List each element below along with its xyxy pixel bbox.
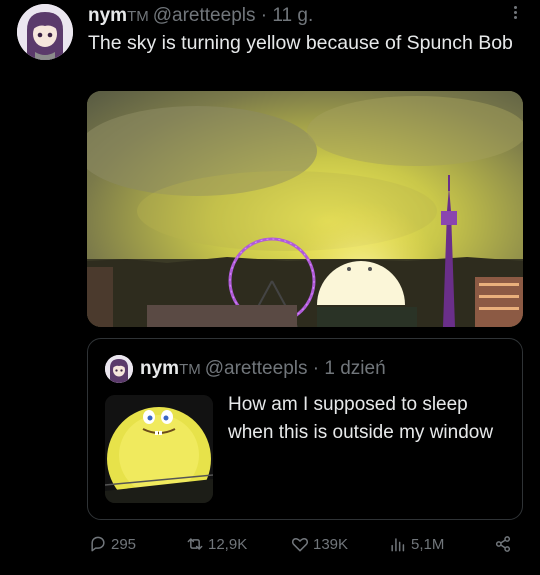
author-handle[interactable]: @aretteepls (153, 5, 256, 26)
quoted-time-separator: · (312, 358, 320, 379)
quoted-author-name: nym (140, 358, 180, 379)
share-button[interactable] (493, 534, 513, 554)
author-tm-badge: TM (127, 8, 149, 25)
like-count: 139K (313, 535, 349, 553)
author-avatar[interactable] (17, 4, 73, 60)
views-button[interactable]: 5,1M (388, 534, 444, 554)
tweet-text: The sky is turning yellow because of Spu… (88, 32, 513, 54)
action-bar: 295 12,9K 139K 5,1M (88, 534, 518, 560)
tweet-media-image[interactable] (87, 91, 523, 327)
quoted-author-handle: @aretteepls (204, 358, 308, 379)
reply-button[interactable]: 295 (88, 534, 136, 554)
quoted-tweet-text: How am I supposed to sleep when this is … (228, 394, 494, 443)
quoted-tweet-header: nymTM @aretteepls · 1 dzień (140, 357, 386, 382)
more-icon[interactable] (512, 4, 518, 24)
reply-icon (91, 536, 105, 552)
like-button[interactable]: 139K (290, 534, 348, 554)
repost-count: 12,9K (208, 535, 248, 553)
time-separator: · (260, 5, 268, 26)
views-count: 5,1M (411, 535, 445, 553)
like-icon (291, 538, 309, 552)
reply-count: 295 (111, 535, 137, 553)
views-icon (391, 538, 405, 552)
quoted-tweet-time: 1 dzień (324, 358, 386, 379)
tweet-header: nymTM @aretteepls · 11 g. (88, 4, 313, 29)
author-name[interactable]: nym (88, 5, 127, 26)
tweet-time[interactable]: 11 g. (272, 5, 313, 26)
quoted-author-tm-badge: TM (179, 361, 201, 378)
repost-button[interactable]: 12,9K (185, 534, 247, 554)
share-icon (495, 536, 511, 552)
quoted-author-avatar (105, 355, 133, 383)
quoted-media-thumbnail[interactable] (105, 395, 213, 503)
quoted-tweet[interactable]: nymTM @aretteepls · 1 dzień How am I supp… (87, 338, 523, 520)
repost-icon (187, 538, 203, 550)
